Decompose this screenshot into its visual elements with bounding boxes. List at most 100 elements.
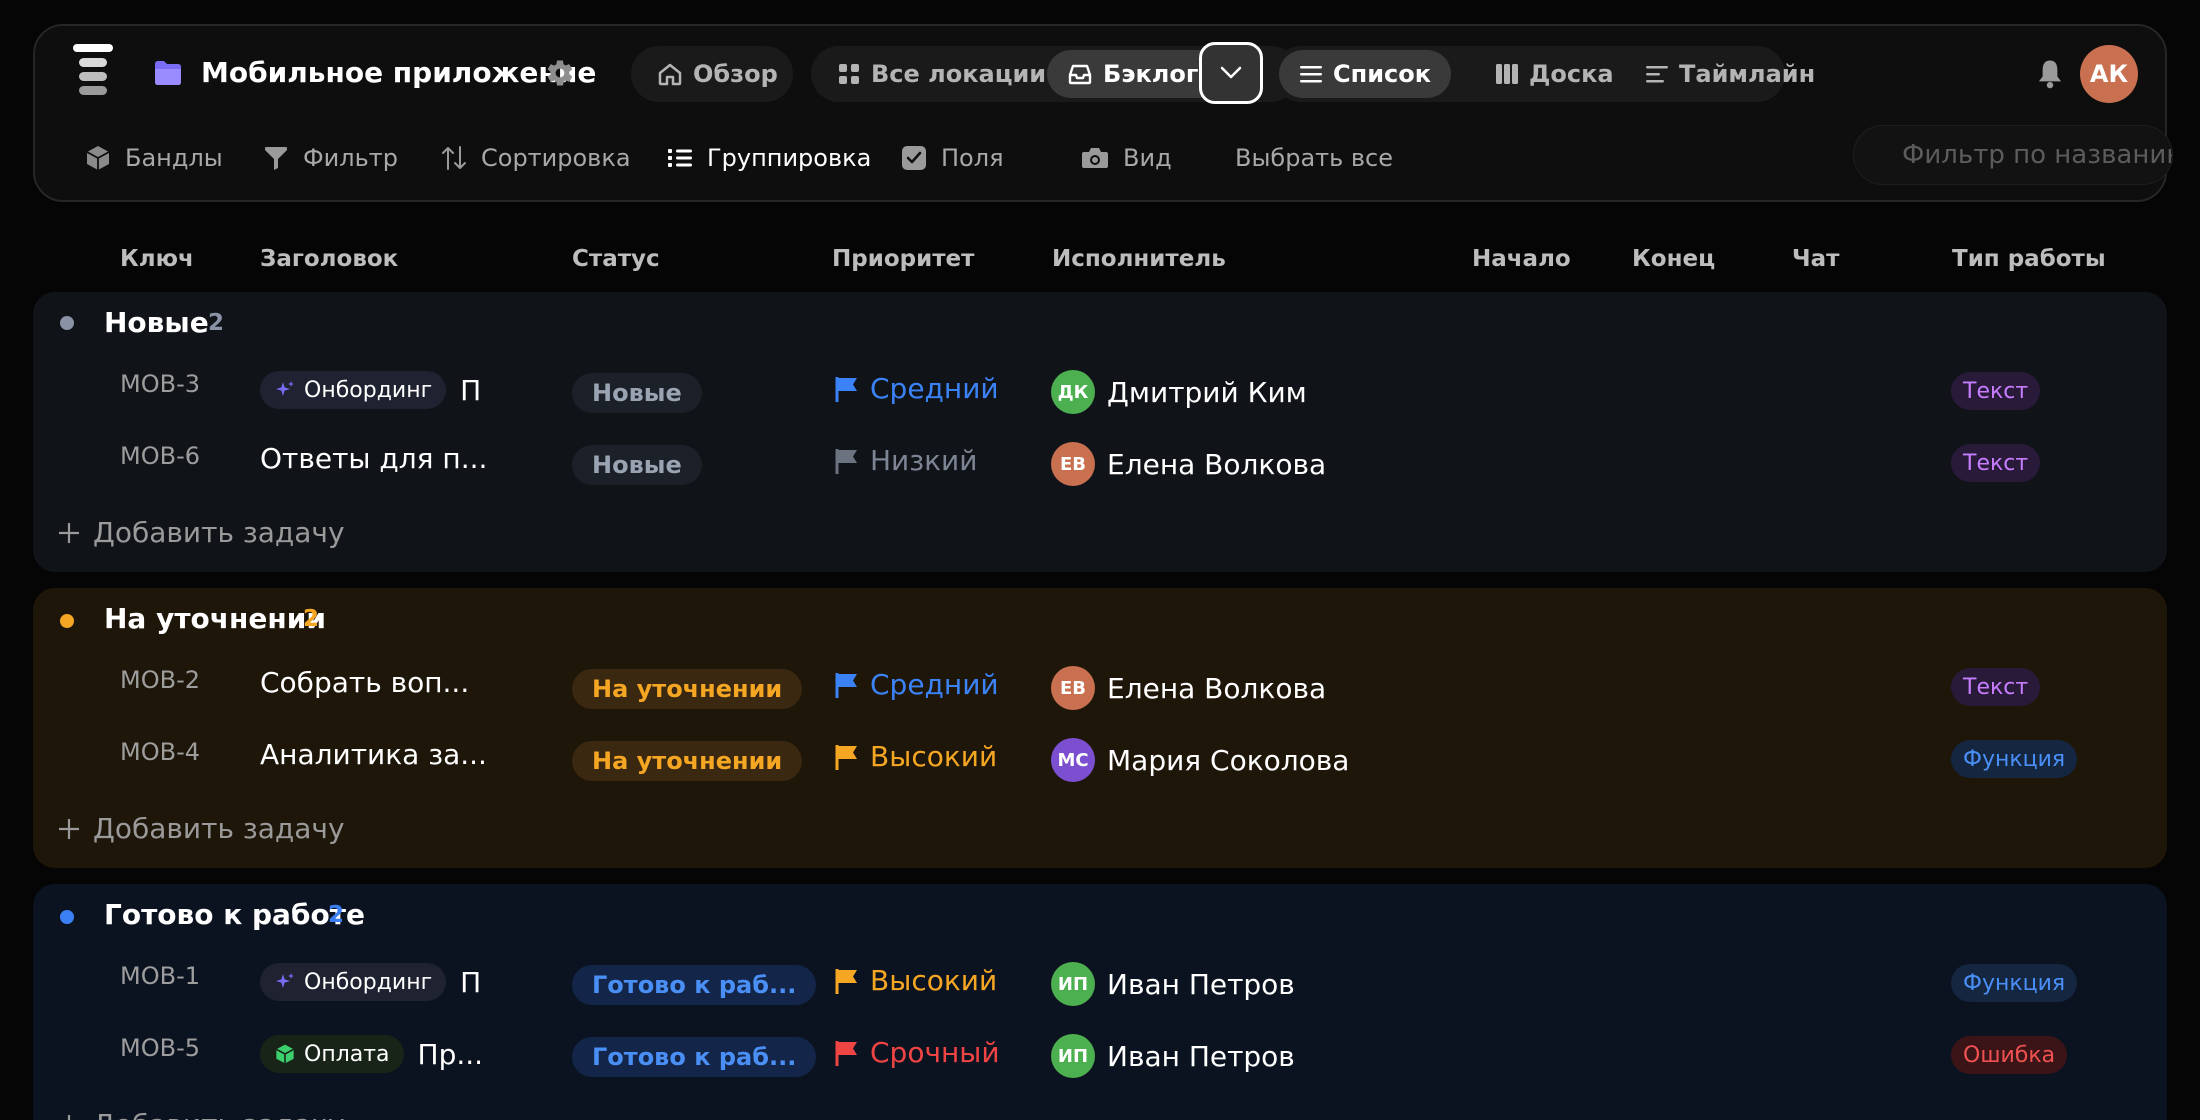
column-start[interactable]: Начало [1472, 246, 1571, 272]
work-type-cell[interactable]: Функция [1951, 740, 2078, 778]
assignee-name: Мария Соколова [1107, 743, 1350, 777]
add-task-button[interactable]: Добавить задачу [57, 516, 345, 549]
sparkles-icon [276, 973, 294, 988]
work-type-cell[interactable]: Функция [1951, 964, 2078, 1002]
grouping-label: Группировка [707, 144, 872, 172]
nav-all-locations[interactable]: Все локации [817, 50, 1066, 98]
task-title-cell[interactable]: Онбординг П [260, 371, 481, 409]
task-key[interactable]: MOB-3 [120, 370, 200, 398]
status-cell[interactable]: На уточнении [572, 669, 803, 709]
task-title: Аналитика за... [260, 738, 487, 771]
group-status-dot [60, 614, 74, 628]
assignee-cell[interactable]: ДК Дмитрий Ким [1051, 370, 1307, 414]
project-settings-gear-icon[interactable] [545, 58, 575, 92]
add-task-label: Добавить задачу [93, 812, 345, 845]
priority-cell[interactable]: Низкий [834, 444, 977, 477]
flag-icon [835, 672, 857, 698]
status-badge: На уточнении [572, 741, 803, 781]
status-cell[interactable]: Готово к раб... [572, 1037, 817, 1077]
select-all-button[interactable]: Выбрать все [1235, 138, 1393, 178]
nav-board[interactable]: Доска [1475, 50, 1634, 98]
priority-label: Средний [870, 668, 999, 701]
nav-backlog[interactable]: Бэклог [1047, 50, 1225, 98]
priority-label: Средний [870, 372, 999, 405]
status-cell[interactable]: Готово к раб... [572, 965, 817, 1005]
plus-icon [67, 1114, 71, 1120]
task-title-cell[interactable]: Собрать воп... [260, 666, 469, 699]
task-title-cell[interactable]: Аналитика за... [260, 738, 487, 771]
task-key[interactable]: MOB-2 [120, 666, 200, 694]
nav-list-label: Список [1333, 60, 1432, 88]
work-type-badge: Функция [1951, 740, 2078, 778]
filter-button[interactable]: Фильтр [263, 138, 398, 178]
column-chat[interactable]: Чат [1792, 246, 1839, 272]
epic-tag[interactable]: Онбординг [260, 963, 447, 1001]
work-type-cell[interactable]: Текст [1951, 668, 2041, 706]
sparkles-icon [276, 381, 294, 396]
user-avatar-initials: АК [2089, 60, 2129, 88]
task-key[interactable]: MOB-6 [120, 442, 200, 470]
group-title[interactable]: На уточнении [104, 602, 326, 635]
notifications-bell-icon[interactable] [2035, 58, 2065, 94]
column-work-type[interactable]: Тип работы [1952, 246, 2106, 272]
app-logo-icon[interactable] [67, 40, 119, 106]
chevron-down-icon [1220, 66, 1242, 79]
epic-tag[interactable]: Оплата [260, 1035, 404, 1073]
priority-cell[interactable]: Средний [834, 668, 999, 701]
column-assignee[interactable]: Исполнитель [1052, 246, 1226, 272]
work-type-cell[interactable]: Текст [1951, 444, 2041, 482]
bundles-button[interactable]: Бандлы [85, 138, 223, 178]
task-title: Собрать воп... [260, 666, 470, 699]
group-title[interactable]: Новые [104, 306, 209, 339]
assignee-avatar: ДК [1051, 370, 1095, 414]
priority-cell[interactable]: Срочный [834, 1036, 1000, 1069]
nav-timeline[interactable]: Таймлайн [1625, 50, 1835, 98]
grouping-button[interactable]: Группировка [667, 138, 871, 178]
priority-label: Высокий [870, 740, 998, 773]
assignee-cell[interactable]: МС Мария Соколова [1051, 738, 1349, 782]
nav-overview[interactable]: Обзор [637, 50, 798, 98]
checkbox-icon [902, 146, 926, 170]
assignee-cell[interactable]: ИП Иван Петров [1051, 1034, 1295, 1078]
status-cell[interactable]: Новые [572, 445, 702, 485]
group-count: 2 [208, 310, 225, 336]
task-key[interactable]: MOB-4 [120, 738, 200, 766]
task-key[interactable]: MOB-1 [120, 962, 200, 990]
add-task-button[interactable]: Добавить задачу [57, 1108, 345, 1120]
view-button[interactable]: Вид [1081, 138, 1172, 178]
status-cell[interactable]: На уточнении [572, 741, 803, 781]
epic-tag[interactable]: Онбординг [260, 371, 447, 409]
column-title[interactable]: Заголовок [260, 246, 398, 272]
fields-button[interactable]: Поля [901, 138, 1004, 178]
priority-label: Срочный [870, 1036, 1000, 1069]
task-title-cell[interactable]: Оплата Пр... [260, 1035, 483, 1073]
plus-icon [59, 522, 79, 543]
backlog-dropdown-button[interactable] [1199, 42, 1263, 104]
flag-icon [835, 376, 857, 402]
assignee-cell[interactable]: ЕВ Елена Волкова [1051, 666, 1326, 710]
filter-by-name-input[interactable] [1853, 125, 2173, 185]
priority-cell[interactable]: Высокий [834, 964, 997, 997]
group-title[interactable]: Готово к работе [104, 898, 365, 931]
user-avatar[interactable]: АК [2080, 45, 2138, 103]
work-type-cell[interactable]: Текст [1951, 372, 2041, 410]
add-task-button[interactable]: Добавить задачу [57, 812, 345, 845]
priority-cell[interactable]: Средний [834, 372, 999, 405]
work-type-cell[interactable]: Ошибка [1951, 1036, 2068, 1074]
column-priority[interactable]: Приоритет [832, 246, 974, 272]
assignee-cell[interactable]: ИП Иван Петров [1051, 962, 1295, 1006]
column-key[interactable]: Ключ [120, 246, 194, 272]
status-badge: Новые [572, 373, 702, 413]
priority-cell[interactable]: Высокий [834, 740, 997, 773]
sort-button[interactable]: Сортировка [441, 138, 631, 178]
task-title-cell[interactable]: Ответы для п... [260, 442, 487, 475]
nav-list[interactable]: Список [1279, 50, 1452, 98]
status-cell[interactable]: Новые [572, 373, 702, 413]
task-key[interactable]: MOB-5 [120, 1034, 200, 1062]
column-status[interactable]: Статус [572, 246, 660, 272]
task-title-cell[interactable]: Онбординг П [260, 963, 481, 1001]
work-type-badge: Текст [1951, 372, 2041, 410]
assignee-cell[interactable]: ЕВ Елена Волкова [1051, 442, 1326, 486]
assignee-avatar: МС [1051, 738, 1095, 782]
column-end[interactable]: Конец [1632, 246, 1715, 272]
